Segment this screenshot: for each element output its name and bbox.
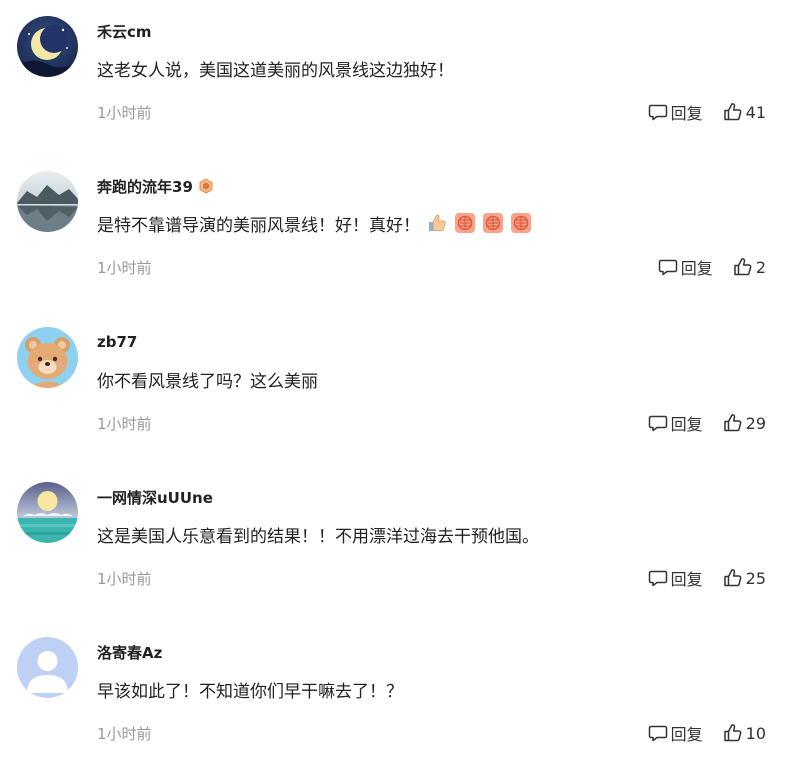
thumbs-up-icon [733,257,753,277]
comment-text: 早该如此了！不知道你们早干嘛去了！？ [97,681,403,702]
comment-item: 禾云cm 这老女人说，美国这道美丽的风景线这边独好！ 1小时前 回复 41 [0,0,788,155]
thumbs-up-icon [723,413,743,433]
thumbs-up-emoji [426,212,448,234]
comment-bubble-icon [648,568,668,588]
like-count: 10 [745,723,766,743]
reply-label: 回复 [680,259,713,278]
hexagon-level-badge-icon [198,178,214,194]
sun-over-sea-avatar[interactable] [17,482,78,543]
comment-text: 是特不靠谱导演的美丽风景线！好！真好！ [97,215,420,236]
username[interactable]: 禾云cm [97,21,152,42]
reply-button[interactable]: 回复 [648,566,703,590]
username[interactable]: zb77 [97,333,137,351]
comment-bubble-icon [648,413,668,433]
reply-button[interactable]: 回复 [648,100,703,124]
like-count: 2 [755,257,766,277]
default-user-avatar[interactable] [17,637,78,698]
fan-emoji [482,212,504,234]
timestamp: 1小时前 [97,725,152,743]
timestamp: 1小时前 [97,415,152,433]
reply-button[interactable]: 回复 [648,411,703,435]
timestamp: 1小时前 [97,259,152,277]
comment-item: 奔跑的流年39 是特不靠谱导演的美丽风景线！好！真好！ 1小时前 回复 2 [0,155,788,310]
username[interactable]: 一网情深uUUne [97,487,213,508]
reply-button[interactable]: 回复 [648,721,703,745]
username[interactable]: 洛寄春Az [97,642,162,663]
like-button[interactable]: 10 [723,723,766,743]
reply-button[interactable]: 回复 [658,255,713,279]
like-count: 25 [745,568,766,588]
mountain-lake-avatar[interactable] [17,171,78,232]
reply-label: 回复 [670,725,703,744]
timestamp: 1小时前 [97,104,152,122]
reply-label: 回复 [670,104,703,123]
username[interactable]: 奔跑的流年39 [97,176,193,197]
like-button[interactable]: 2 [733,257,766,277]
comment-item: 洛寄春Az 早该如此了！不知道你们早干嘛去了！？ 1小时前 回复 10 [0,621,788,772]
comment-item: 一网情深uUUne 这是美国人乐意看到的结果！！不用漂洋过海去干预他国。 1小时… [0,466,788,621]
comment-bubble-icon [658,257,678,277]
comment-text: 你不看风景线了吗？这么美丽 [97,371,318,392]
comment-text: 这老女人说，美国这道美丽的风景线这边独好！ [97,60,454,81]
like-button[interactable]: 29 [723,413,766,433]
comment-bubble-icon [648,102,668,122]
timestamp: 1小时前 [97,570,152,588]
comment-text: 这是美国人乐意看到的结果！！不用漂洋过海去干预他国。 [97,526,539,547]
thumbs-up-icon [723,723,743,743]
thumbs-up-icon [723,102,743,122]
comment-bubble-icon [648,723,668,743]
reply-label: 回复 [670,415,703,434]
like-button[interactable]: 41 [723,102,766,122]
teddy-bear-avatar[interactable] [17,327,78,388]
crescent-moon-night-avatar[interactable] [17,16,78,77]
fan-emoji [510,212,532,234]
comment-item: zb77 你不看风景线了吗？这么美丽 1小时前 回复 29 [0,311,788,466]
like-count: 41 [745,102,766,122]
reply-label: 回复 [670,570,703,589]
like-count: 29 [745,413,766,433]
like-button[interactable]: 25 [723,568,766,588]
fan-emoji [454,212,476,234]
thumbs-up-icon [723,568,743,588]
